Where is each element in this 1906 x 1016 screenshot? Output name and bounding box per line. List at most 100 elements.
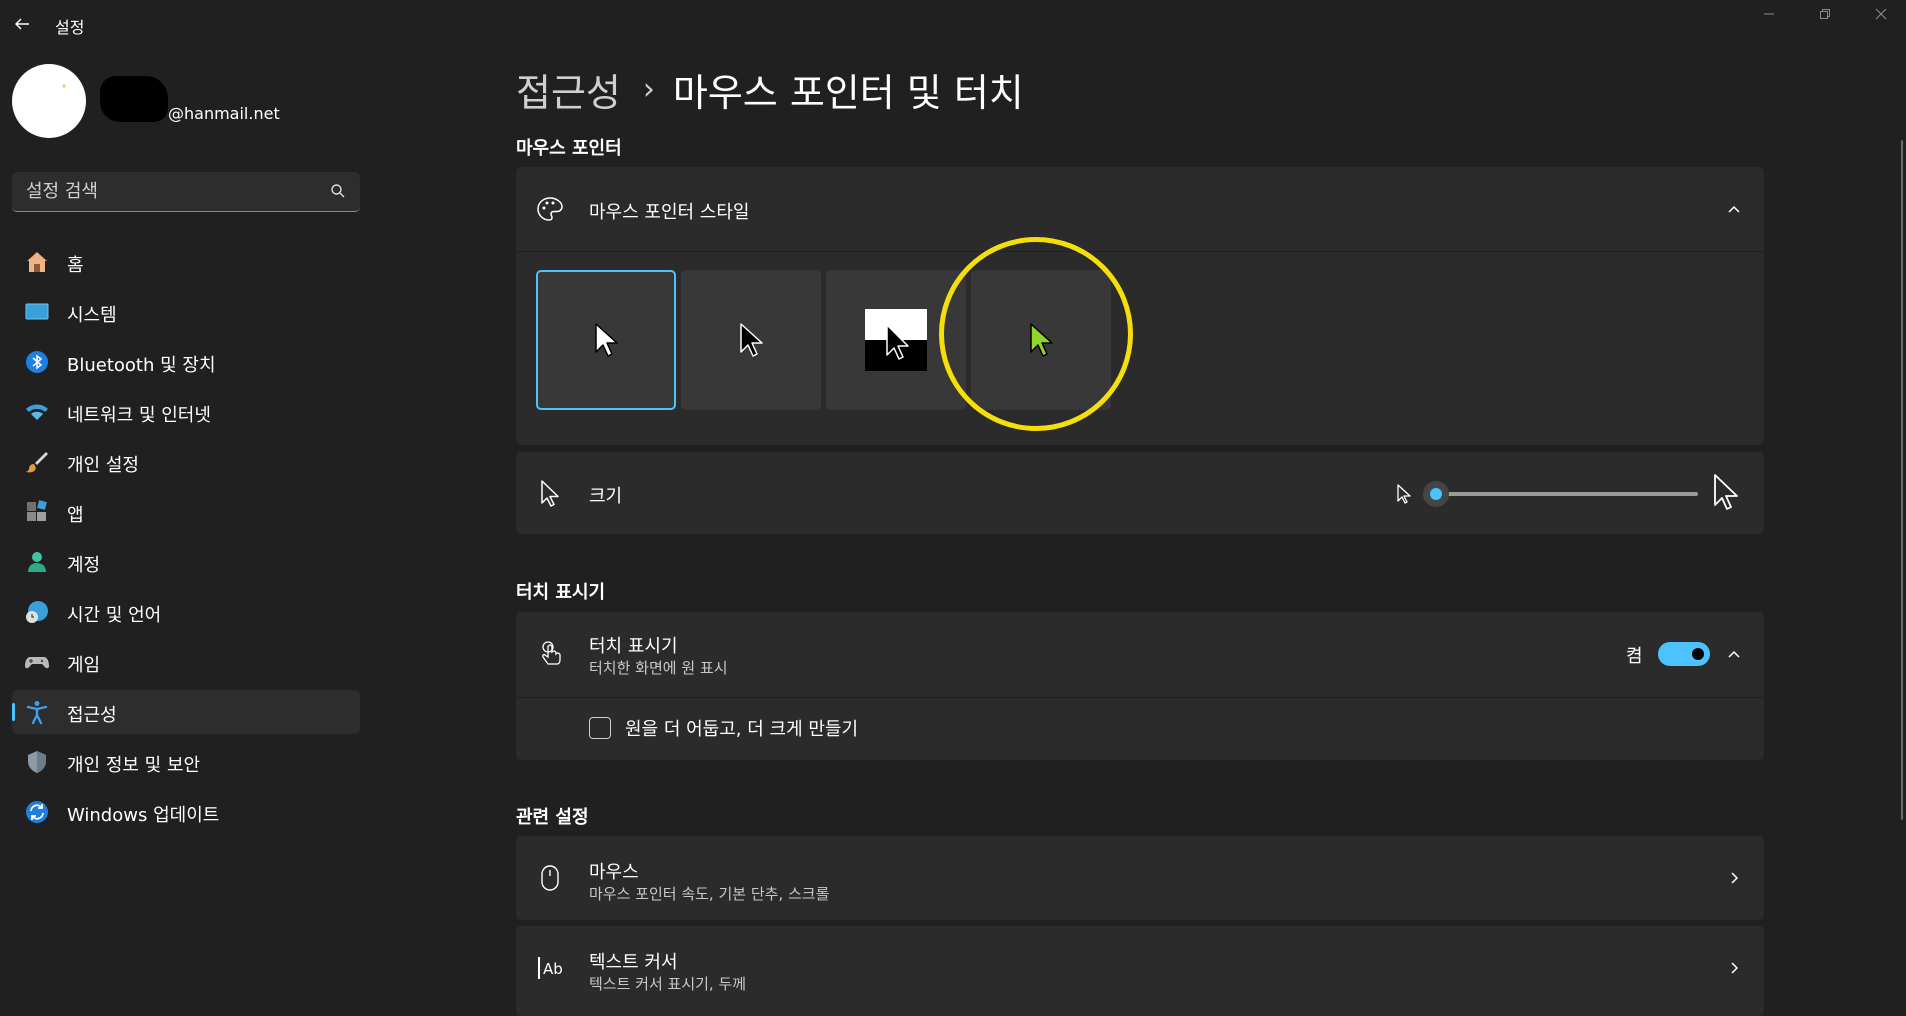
sidebar-item-time-language[interactable]: 시간 및 언어 <box>12 590 360 634</box>
green-pointer-icon <box>1030 323 1053 357</box>
related-item-subtitle: 텍스트 커서 표시기, 두께 <box>589 975 747 993</box>
pointer-style-title: 마우스 포인터 스타일 <box>589 202 750 223</box>
related-item-mouse[interactable]: 마우스 마우스 포인터 속도, 기본 단추, 스크롤 <box>516 836 1764 920</box>
related-item-subtitle: 마우스 포인터 속도, 기본 단추, 스크롤 <box>589 885 830 903</box>
slider-thumb-dot <box>1430 488 1442 500</box>
sidebar-item-label: 게임 <box>67 655 101 676</box>
bluetooth-icon <box>24 349 50 375</box>
chevron-right-icon <box>1724 958 1744 978</box>
pointer-style-custom[interactable] <box>971 270 1111 410</box>
sidebar-item-label: 개인 정보 및 보안 <box>67 755 201 776</box>
sidebar-item-system[interactable]: 시스템 <box>12 290 360 334</box>
brush-icon <box>24 449 50 475</box>
gamepad-icon <box>24 649 50 675</box>
chevron-right-icon <box>1724 868 1744 888</box>
darker-larger-circle-checkbox[interactable] <box>589 717 611 739</box>
touch-indicator-toggle[interactable] <box>1658 642 1710 666</box>
pointer-style-inverted[interactable] <box>826 270 966 410</box>
large-pointer-icon <box>1712 472 1740 516</box>
inverted-pointer-icon <box>865 309 927 371</box>
sidebar-item-gaming[interactable]: 게임 <box>12 640 360 684</box>
sidebar-item-bluetooth[interactable]: Bluetooth 및 장치 <box>12 340 360 384</box>
mouse-icon <box>536 864 564 892</box>
title-bar <box>0 0 1906 48</box>
sidebar-item-label: 네트워크 및 인터넷 <box>67 405 211 426</box>
section-title-touch: 터치 표시기 <box>516 582 606 603</box>
redacted-name <box>100 76 168 122</box>
selected-indicator <box>12 703 15 721</box>
pointer-style-white[interactable] <box>536 270 676 410</box>
touch-indicator-subtitle: 터치한 화면에 원 표시 <box>589 659 728 677</box>
back-button[interactable] <box>8 10 36 38</box>
apps-icon <box>24 499 50 525</box>
toggle-knob <box>1692 648 1704 660</box>
sidebar-item-label: 시간 및 언어 <box>67 605 162 626</box>
system-icon <box>24 299 50 325</box>
sidebar-item-windows-update[interactable]: Windows 업데이트 <box>12 790 360 834</box>
home-icon <box>24 249 50 275</box>
app-title: 설정 <box>55 18 85 37</box>
minimize-button[interactable] <box>1746 4 1792 24</box>
update-icon <box>24 799 50 825</box>
breadcrumb-separator: › <box>642 72 655 107</box>
pointer-size-slider-thumb[interactable] <box>1423 481 1449 507</box>
close-button[interactable] <box>1858 4 1904 24</box>
white-pointer-icon <box>595 323 618 357</box>
section-title-mouse-pointer: 마우스 포인터 <box>516 138 622 159</box>
chevron-up-icon[interactable] <box>1724 644 1744 664</box>
sidebar-item-label: 앱 <box>67 505 84 526</box>
profile-email: @hanmail.net <box>168 104 280 123</box>
related-item-text-cursor[interactable]: Ab 텍스트 커서 텍스트 커서 표시기, 두께 <box>516 926 1764 1016</box>
search-input[interactable] <box>26 172 316 210</box>
pointer-size-slider-track[interactable] <box>1436 492 1698 496</box>
breadcrumb-parent[interactable]: 접근성 <box>516 62 621 117</box>
checkbox-label[interactable]: 원을 더 어둡고, 더 크게 만들기 <box>625 715 858 741</box>
search-box[interactable] <box>12 172 360 212</box>
restore-button[interactable] <box>1802 4 1848 24</box>
toggle-state-label: 켬 <box>1626 646 1643 667</box>
chevron-up-icon[interactable] <box>1724 199 1744 219</box>
scrollbar[interactable] <box>1901 140 1903 820</box>
palette-icon <box>536 195 564 223</box>
sidebar-item-accounts[interactable]: 계정 <box>12 540 360 584</box>
search-icon[interactable] <box>330 183 346 199</box>
sidebar-item-label: 홈 <box>67 255 84 276</box>
pointer-icon <box>536 479 564 507</box>
small-pointer-icon <box>1396 483 1412 509</box>
sidebar-item-label: 시스템 <box>67 305 117 326</box>
page-title: 마우스 포인터 및 터치 <box>672 71 1024 115</box>
divider <box>516 251 1764 252</box>
touch-hand-icon <box>536 640 564 668</box>
breadcrumb: 접근성 › 마우스 포인터 및 터치 <box>516 62 1024 117</box>
touch-indicator-title: 터치 표시기 <box>589 636 678 657</box>
pointer-size-label: 크기 <box>589 486 623 507</box>
shield-icon <box>24 749 50 775</box>
wifi-icon <box>24 399 50 425</box>
pointer-style-black[interactable] <box>681 270 821 410</box>
sidebar-item-privacy[interactable]: 개인 정보 및 보안 <box>12 740 360 784</box>
sidebar-item-label: 개인 설정 <box>67 455 139 476</box>
accessibility-icon <box>24 699 50 725</box>
divider <box>516 697 1764 698</box>
restore-icon <box>1820 9 1830 19</box>
avatar[interactable] <box>12 64 86 138</box>
sidebar-item-home[interactable]: 홈 <box>12 240 360 284</box>
sidebar-item-network[interactable]: 네트워크 및 인터넷 <box>12 390 360 434</box>
text-cursor-icon: Ab <box>536 954 568 982</box>
sidebar-item-label: Windows 업데이트 <box>67 805 220 826</box>
related-item-title: 텍스트 커서 <box>589 952 678 973</box>
black-pointer-icon <box>740 323 763 357</box>
back-arrow-icon <box>15 18 29 30</box>
sidebar-item-personalization[interactable]: 개인 설정 <box>12 440 360 484</box>
related-item-title: 마우스 <box>589 862 639 883</box>
sidebar-item-apps[interactable]: 앱 <box>12 490 360 534</box>
account-icon <box>24 549 50 575</box>
svg-text:Ab: Ab <box>543 960 563 978</box>
sidebar-item-label: 계정 <box>67 555 101 576</box>
section-title-related: 관련 설정 <box>516 807 589 828</box>
globe-clock-icon <box>24 599 50 625</box>
sidebar-item-label: 접근성 <box>67 705 117 726</box>
sidebar-item-accessibility[interactable]: 접근성 <box>12 690 360 734</box>
avatar-image-icon <box>62 84 66 88</box>
sidebar-item-label: Bluetooth 및 장치 <box>67 355 216 376</box>
